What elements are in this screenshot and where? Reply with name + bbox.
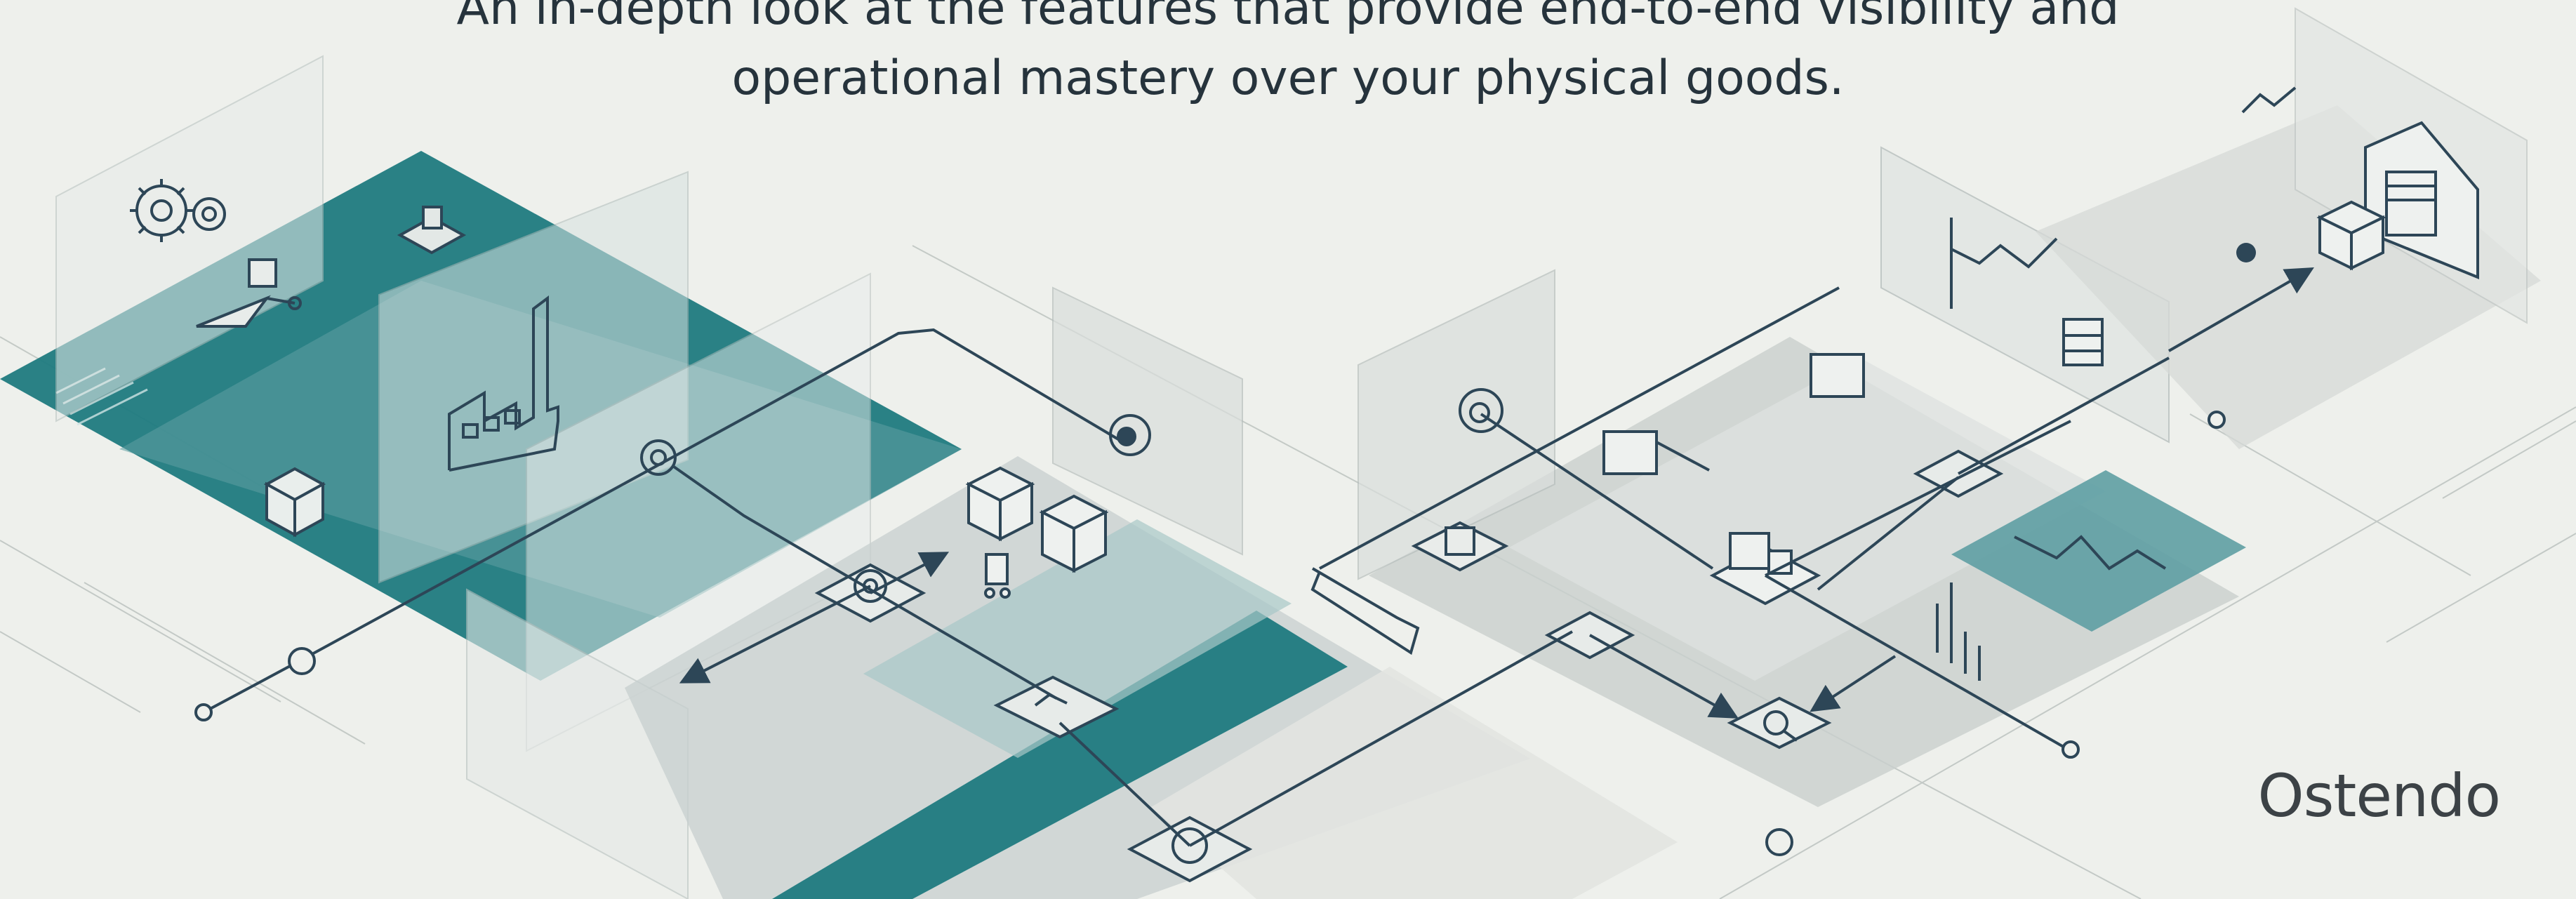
page-subtitle: An in-depth look at the features that pr… [0, 0, 2576, 114]
box-icon [263, 467, 326, 538]
subtitle-line-2: operational mastery over your physical g… [731, 51, 1845, 106]
warehouse-box-right-icon [2316, 200, 2386, 271]
shelf-icon [2062, 318, 2104, 366]
brand-logo: Ostendo [2257, 761, 2501, 830]
isometric-supply-chain-illustration [0, 7, 2576, 899]
location-pin-icon [2236, 243, 2256, 262]
subtitle-line-1: An in-depth look at the features that pr… [456, 0, 2120, 36]
